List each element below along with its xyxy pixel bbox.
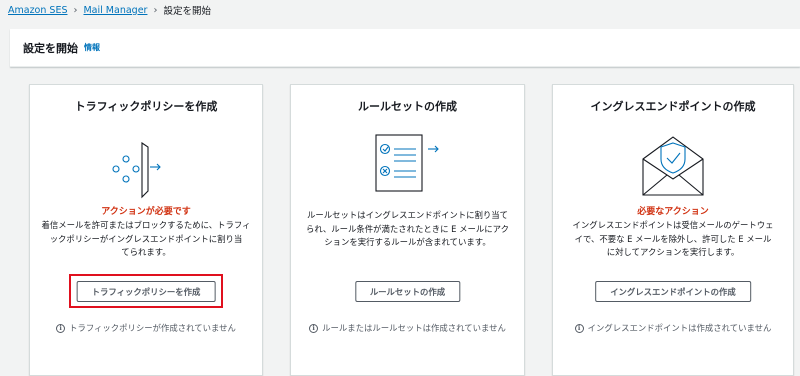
status-note: i イングレスエンドポイントは作成されていません: [553, 322, 793, 334]
chevron-right-icon: ›: [153, 4, 158, 16]
chevron-right-icon: ›: [73, 4, 78, 16]
rule-set-card: ルールセットの作成 ルールセットはイングレスエンドポイントに割り当て られ、ルー…: [290, 84, 525, 376]
card-title: ルールセットの作成: [358, 100, 457, 113]
create-traffic-policy-button[interactable]: トラフィックポリシーを作成: [76, 281, 216, 302]
info-icon: i: [574, 323, 584, 333]
traffic-policy-card: トラフィックポリシーを作成 アクションが必要です 着信メールを許可またはブロック…: [29, 84, 263, 376]
page-title: 設定を開始: [23, 41, 78, 55]
breadcrumb-mail-manager[interactable]: Mail Manager: [83, 5, 147, 16]
ingress-endpoint-card: イングレスエンドポイントの作成 必要なアクション イングレスエンドポイントは受信…: [552, 84, 794, 376]
card-description: 着信メールを許可またはブロックするために、トラフィ ックポリシーがイングレスエン…: [41, 220, 251, 258]
rule-set-icon: [374, 134, 439, 192]
card-title: トラフィックポリシーを作成: [74, 100, 218, 113]
breadcrumb-current: 設定を開始: [163, 6, 211, 17]
info-icon: i: [56, 323, 66, 333]
status-note: i ルールまたはルールセットは作成されていません: [291, 322, 524, 334]
card-description: イングレスエンドポイントは受信メールのゲートウェ イで、不要な E メールを除外…: [572, 220, 774, 258]
info-icon: i: [309, 323, 319, 333]
status-text: 必要なアクション: [637, 207, 709, 217]
create-ingress-endpoint-button[interactable]: イングレスエンドポイントの作成: [595, 281, 751, 302]
card-description: ルールセットはイングレスエンドポイントに割り当て られ、ルール条件が満たされたと…: [306, 210, 509, 248]
status-text: アクションが必要です: [101, 207, 191, 217]
section-header: 設定を開始 情報: [10, 29, 800, 67]
status-note: i トラフィックポリシーが作成されていません: [30, 322, 262, 334]
info-link[interactable]: 情報: [84, 42, 100, 53]
create-rule-set-button[interactable]: ルールセットの作成: [354, 281, 461, 302]
breadcrumb-amazon-ses[interactable]: Amazon SES: [8, 5, 67, 16]
traffic-policy-icon: [112, 141, 161, 199]
ingress-endpoint-icon: [642, 136, 704, 196]
card-title: イングレスエンドポイントの作成: [590, 100, 756, 113]
breadcrumb: Amazon SES › Mail Manager › 設定を開始: [8, 2, 211, 18]
